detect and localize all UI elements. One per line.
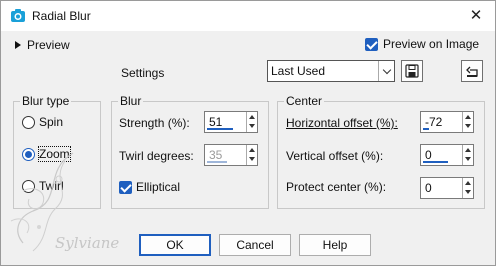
horizontal-slider-fill [423, 128, 429, 130]
save-preset-button[interactable] [401, 60, 423, 82]
radio-icon [22, 115, 35, 129]
cancel-button[interactable]: Cancel [219, 234, 291, 256]
ok-button[interactable]: OK [139, 234, 211, 256]
twirl-slider-fill [207, 161, 227, 163]
blur-group: Blur Strength (%): 51 Twirl degrees: 35 … [111, 94, 269, 209]
preview-on-image-label: Preview on Image [383, 37, 480, 51]
vertical-slider-fill [423, 161, 448, 163]
watermark-text: Sylviane [55, 234, 120, 252]
blur-title: Blur [118, 94, 144, 108]
vertical-offset-value: 0 [425, 148, 432, 162]
radial-blur-dialog: Radial Blur ✕ Preview Preview on Image S… [0, 0, 496, 266]
chevron-down-icon [378, 61, 394, 81]
blur-type-title: Blur type [20, 94, 72, 108]
preset-dropdown[interactable]: Last Used [267, 60, 395, 82]
checkmark-icon [365, 37, 378, 51]
horizontal-offset-label: Horizontal offset (%): [286, 116, 398, 130]
center-group: Center Horizontal offset (%): -72 Vertic… [277, 94, 485, 209]
strength-stepper[interactable]: 51 [204, 111, 258, 133]
vertical-offset-stepper[interactable]: 0 [420, 144, 474, 166]
strength-label: Strength (%): [119, 116, 190, 130]
center-title: Center [284, 94, 325, 108]
protect-center-label: Protect center (%): [286, 180, 387, 194]
checkmark-icon [119, 180, 132, 194]
preview-toggle[interactable]: Preview [15, 38, 70, 52]
close-icon[interactable]: ✕ [465, 6, 487, 26]
spin-arrows-icon[interactable] [462, 145, 473, 165]
reset-button[interactable] [461, 60, 483, 82]
help-button[interactable]: Help [299, 234, 371, 256]
strength-value: 51 [209, 115, 223, 129]
preview-label: Preview [27, 38, 70, 52]
twirl-degrees-stepper: 35 [204, 144, 258, 166]
reset-arrow-icon [466, 66, 478, 77]
protect-center-value: 0 [425, 181, 432, 195]
radio-spin-label: Spin [39, 115, 64, 129]
title-bar: Radial Blur ✕ [1, 1, 495, 31]
app-icon [11, 9, 25, 22]
radio-spin[interactable]: Spin [22, 115, 63, 129]
vertical-offset-label: Vertical offset (%): [286, 149, 384, 163]
twirl-degrees-value: 35 [209, 148, 223, 162]
elliptical-checkbox[interactable]: Elliptical [119, 180, 180, 194]
floppy-disk-icon [405, 64, 419, 78]
spin-arrows-icon[interactable] [462, 178, 473, 198]
horizontal-offset-stepper[interactable]: -72 [420, 111, 474, 133]
strength-slider-fill [207, 128, 233, 130]
preview-on-image-checkbox[interactable]: Preview on Image [365, 37, 479, 51]
settings-label: Settings [121, 66, 165, 80]
spin-arrows-icon[interactable] [246, 112, 257, 132]
window-title: Radial Blur [32, 9, 91, 23]
twirl-degrees-label: Twirl degrees: [119, 149, 194, 163]
spin-arrows-icon [246, 145, 257, 165]
elliptical-label: Elliptical [136, 180, 181, 194]
protect-center-stepper[interactable]: 0 [420, 177, 474, 199]
horizontal-offset-value: -72 [425, 115, 443, 129]
expand-arrow-icon [15, 41, 21, 49]
preset-value: Last Used [271, 64, 326, 78]
spin-arrows-icon[interactable] [462, 112, 473, 132]
